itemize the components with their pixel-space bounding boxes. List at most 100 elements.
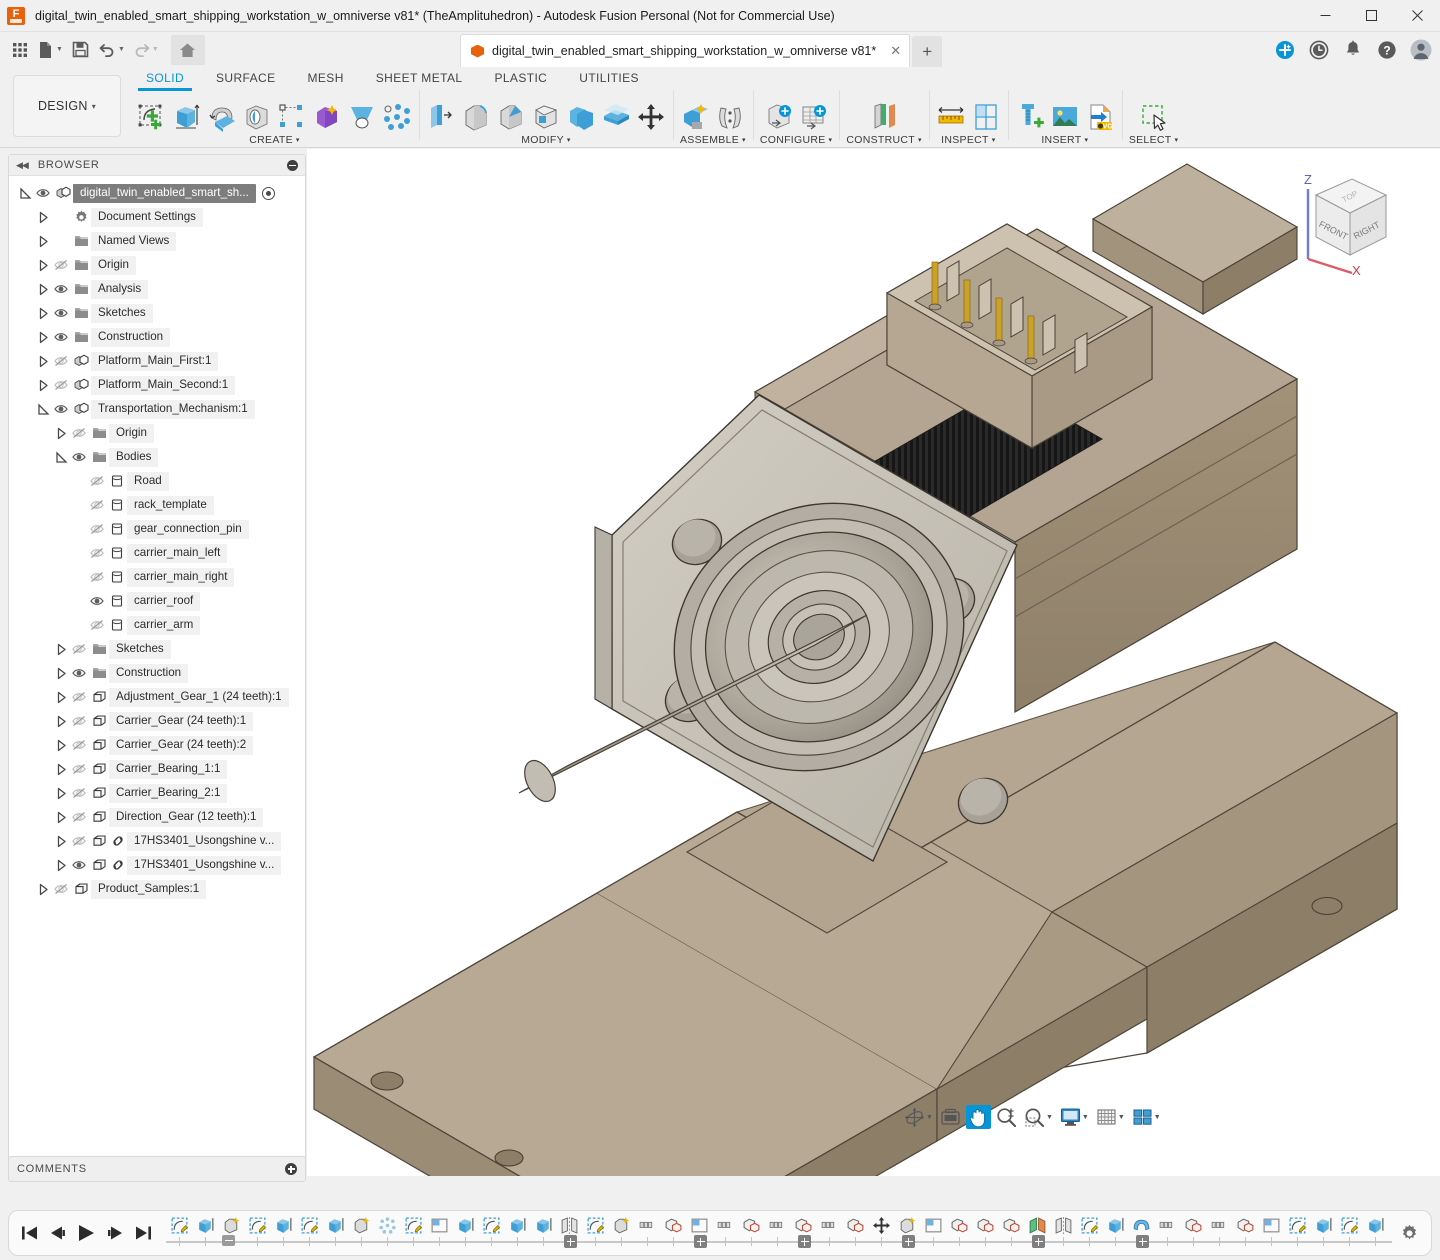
sketch-icon[interactable] bbox=[482, 1213, 501, 1237]
component-icon[interactable] bbox=[664, 1216, 683, 1235]
tree-node[interactable]: Carrier_Gear (24 teeth):2 bbox=[9, 733, 305, 757]
timeline-feature[interactable] bbox=[218, 1213, 244, 1237]
fillet-icon[interactable] bbox=[352, 1216, 371, 1235]
eye-hidden-icon[interactable] bbox=[51, 877, 71, 901]
component-icon[interactable] bbox=[846, 1213, 865, 1237]
eye-icon[interactable] bbox=[54, 402, 68, 416]
timeline-feature[interactable] bbox=[1180, 1213, 1206, 1237]
configuration-table-icon[interactable] bbox=[799, 102, 829, 132]
timeline-group-marker[interactable] bbox=[798, 1235, 811, 1248]
extrude-icon[interactable] bbox=[1106, 1216, 1125, 1235]
triangle-right-icon[interactable] bbox=[55, 787, 68, 800]
component-icon[interactable] bbox=[742, 1213, 761, 1237]
new-tab-button[interactable]: + bbox=[912, 36, 942, 67]
timeline-feature[interactable] bbox=[660, 1213, 686, 1237]
sketch-icon[interactable] bbox=[586, 1216, 605, 1235]
extrude-icon[interactable] bbox=[456, 1216, 475, 1235]
eye-hidden-icon[interactable] bbox=[87, 517, 107, 541]
timeline-feature[interactable] bbox=[452, 1213, 478, 1237]
eye-hidden-icon[interactable] bbox=[69, 805, 89, 829]
expand-arrow-closed-icon[interactable] bbox=[35, 205, 51, 229]
eye-slash-icon[interactable] bbox=[90, 546, 104, 560]
tree-node[interactable]: Bodies bbox=[9, 445, 305, 469]
eye-visible-icon[interactable] bbox=[69, 661, 89, 685]
triangle-right-icon[interactable] bbox=[55, 667, 68, 680]
triangle-right-icon[interactable] bbox=[55, 427, 68, 440]
extrude-icon[interactable] bbox=[508, 1213, 527, 1237]
eye-visible-icon[interactable] bbox=[51, 325, 71, 349]
tree-node[interactable]: carrier_arm bbox=[9, 613, 305, 637]
insert-svg-icon[interactable]: SVG bbox=[1085, 102, 1115, 132]
timeline-feature[interactable] bbox=[972, 1213, 998, 1237]
thread-icon[interactable] bbox=[1210, 1216, 1229, 1235]
triangle-right-icon[interactable] bbox=[55, 763, 68, 776]
eye-slash-icon[interactable] bbox=[90, 570, 104, 584]
triangle-right-icon[interactable] bbox=[55, 811, 68, 824]
extrude-icon[interactable] bbox=[1314, 1213, 1333, 1237]
sketch-icon[interactable] bbox=[170, 1216, 189, 1235]
eye-visible-icon[interactable] bbox=[51, 301, 71, 325]
form-icon[interactable] bbox=[312, 102, 342, 132]
extrude-icon[interactable] bbox=[1106, 1213, 1125, 1237]
plane-icon[interactable] bbox=[924, 1213, 943, 1237]
mirror-green-icon[interactable] bbox=[1028, 1216, 1047, 1235]
eye-hidden-icon[interactable] bbox=[87, 541, 107, 565]
eye-hidden-icon[interactable] bbox=[51, 349, 71, 373]
fillet-icon[interactable] bbox=[612, 1216, 631, 1235]
sketch-icon[interactable] bbox=[1080, 1216, 1099, 1235]
fillet-icon[interactable] bbox=[898, 1216, 917, 1235]
eye-visible-icon[interactable] bbox=[51, 277, 71, 301]
thread-icon[interactable] bbox=[820, 1216, 839, 1235]
triangle-right-icon[interactable] bbox=[55, 739, 68, 752]
revolve-icon[interactable] bbox=[1132, 1216, 1151, 1235]
expand-arrow-closed-icon[interactable] bbox=[35, 325, 51, 349]
tree-node[interactable]: Road bbox=[9, 469, 305, 493]
eye-visible-icon[interactable] bbox=[69, 853, 89, 877]
tree-node[interactable]: Platform_Main_Second:1 bbox=[9, 373, 305, 397]
viewports-icon[interactable]: ▼ bbox=[1130, 1105, 1163, 1129]
new-file-icon[interactable]: ▼ bbox=[34, 35, 67, 65]
timeline-feature[interactable] bbox=[1258, 1213, 1284, 1237]
eye-hidden-icon[interactable] bbox=[69, 685, 89, 709]
eye-hidden-icon[interactable] bbox=[87, 613, 107, 637]
extrude-icon[interactable] bbox=[274, 1216, 293, 1235]
close-button[interactable] bbox=[1394, 0, 1440, 32]
fillet-icon[interactable] bbox=[461, 102, 491, 132]
fillet-icon[interactable] bbox=[898, 1213, 917, 1237]
eye-visible-icon[interactable] bbox=[33, 181, 53, 205]
panel-configure-label[interactable]: CONFIGURE ▾ bbox=[760, 134, 833, 146]
tree-node[interactable]: Construction bbox=[9, 325, 305, 349]
timeline-feature[interactable] bbox=[192, 1213, 218, 1237]
workspace-switcher[interactable]: DESIGN ▾ bbox=[13, 75, 121, 137]
mirror-icon[interactable] bbox=[560, 1216, 579, 1235]
step-forward-icon[interactable] bbox=[107, 1225, 124, 1241]
pattern-dots-icon[interactable] bbox=[382, 102, 412, 132]
panel-insert-label[interactable]: INSERT ▾ bbox=[1041, 134, 1088, 146]
timeline-feature[interactable] bbox=[1050, 1213, 1076, 1237]
move-copy-icon[interactable] bbox=[636, 102, 666, 132]
bell-icon[interactable] bbox=[1342, 39, 1364, 61]
timeline-feature[interactable] bbox=[1284, 1213, 1310, 1237]
component-icon[interactable] bbox=[976, 1216, 995, 1235]
triangle-right-icon[interactable] bbox=[55, 643, 68, 656]
eye-slash-icon[interactable] bbox=[90, 618, 104, 632]
sketch-icon[interactable] bbox=[586, 1213, 605, 1237]
tree-node[interactable]: Carrier_Bearing_2:1 bbox=[9, 781, 305, 805]
eye-hidden-icon[interactable] bbox=[69, 709, 89, 733]
tree-node[interactable]: Carrier_Bearing_1:1 bbox=[9, 757, 305, 781]
avatar-icon[interactable] bbox=[1410, 39, 1432, 61]
triangle-right-icon[interactable] bbox=[37, 259, 50, 272]
undo-icon[interactable]: ▼ bbox=[95, 35, 129, 65]
eye-icon[interactable] bbox=[36, 186, 50, 200]
loft-icon[interactable] bbox=[347, 102, 377, 132]
extrude-icon[interactable] bbox=[508, 1216, 527, 1235]
triangle-right-icon[interactable] bbox=[55, 859, 68, 872]
expand-arrow-closed-icon[interactable] bbox=[53, 685, 69, 709]
timeline-feature[interactable] bbox=[322, 1213, 348, 1237]
eye-icon[interactable] bbox=[72, 450, 86, 464]
orbit-icon[interactable]: ▼ bbox=[902, 1105, 935, 1129]
close-icon[interactable]: ✕ bbox=[890, 43, 901, 59]
zoom-icon[interactable] bbox=[994, 1105, 1019, 1129]
shell-icon[interactable] bbox=[531, 102, 561, 132]
plane-icon[interactable] bbox=[430, 1213, 449, 1237]
